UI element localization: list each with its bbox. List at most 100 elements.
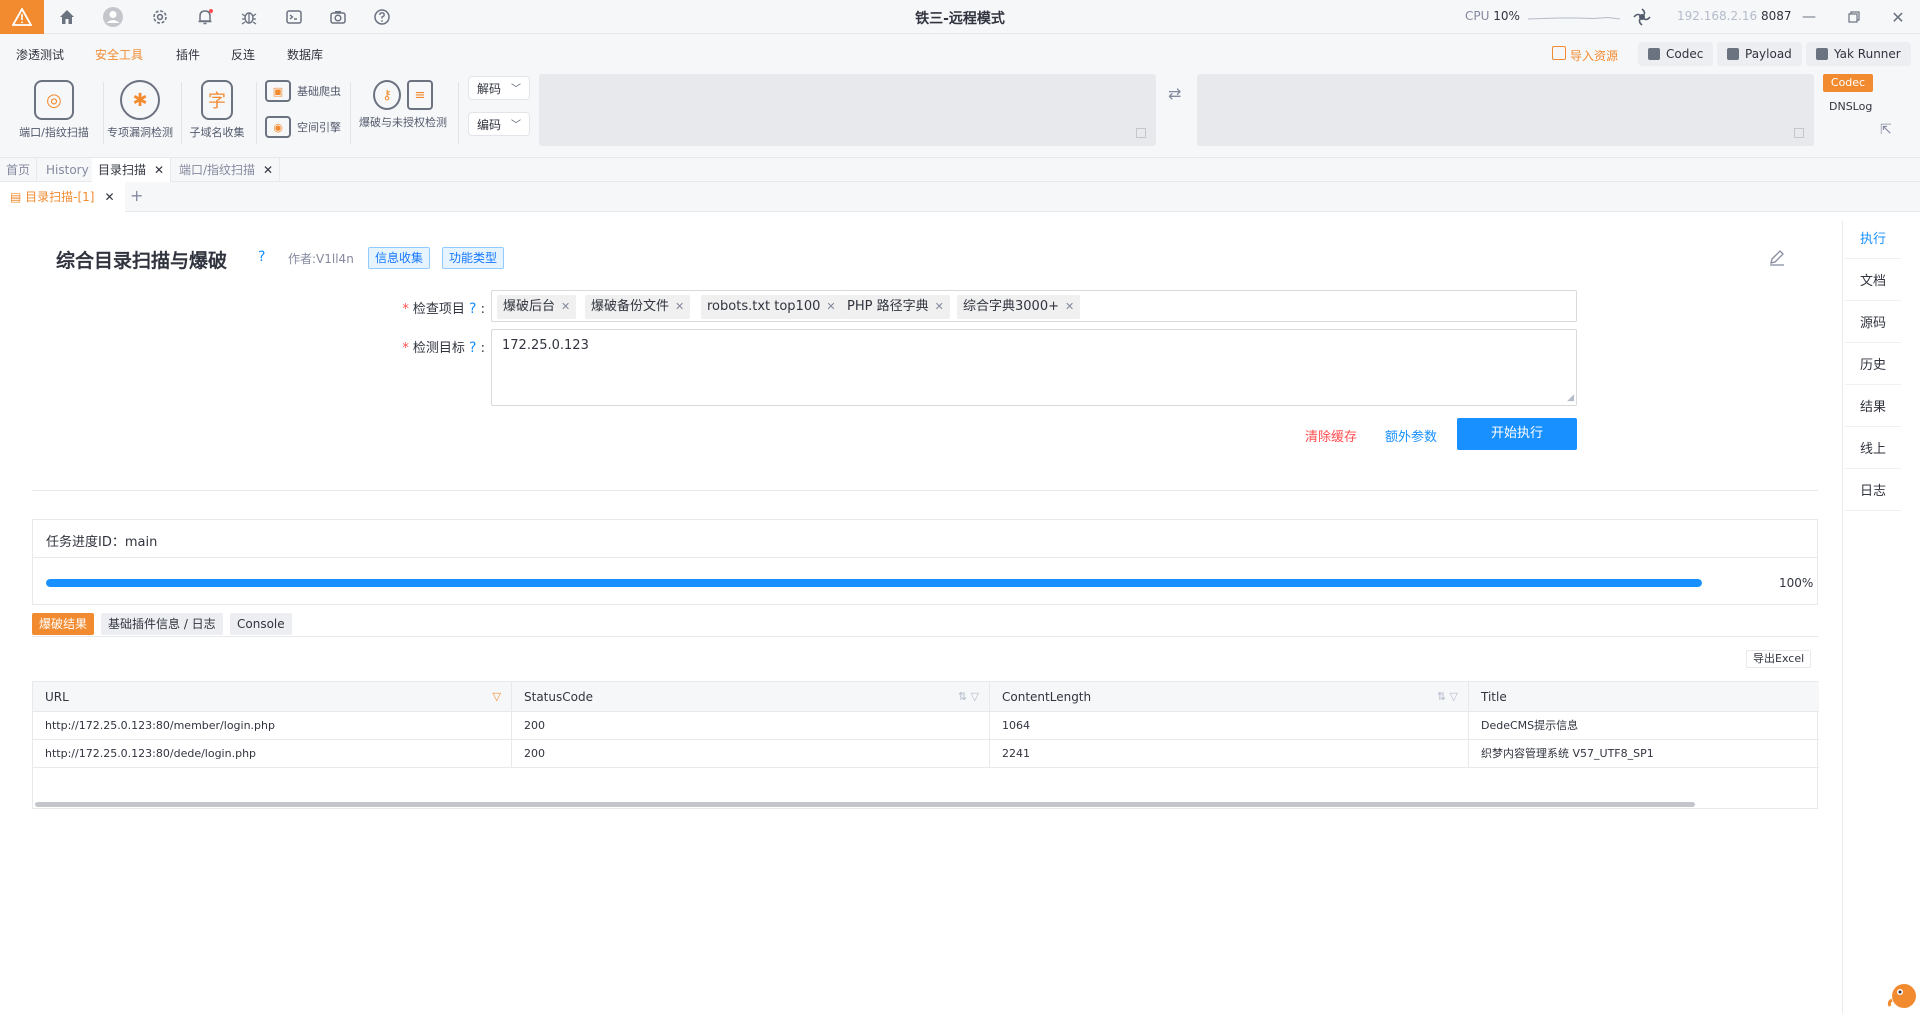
side-results[interactable]: 结果 bbox=[1845, 389, 1901, 427]
table-cell-url[interactable]: http://172.25.0.123:80/dede/login.php bbox=[33, 740, 512, 768]
close-icon[interactable]: ✕ bbox=[561, 300, 570, 313]
close-icon[interactable]: ✕ bbox=[105, 190, 115, 204]
start-execute-button[interactable]: 开始执行 bbox=[1457, 418, 1577, 450]
page-tabs: 首页 History 目录扫描 ✕ 端口/指纹扫描 ✕ bbox=[0, 158, 1920, 182]
column-header-statuscode[interactable]: StatusCode ⇅ ▽ bbox=[512, 682, 990, 712]
tab-brute-results[interactable]: 爆破结果 bbox=[32, 613, 95, 635]
tab-plugin-log[interactable]: 基础插件信息 / 日志 bbox=[101, 613, 223, 635]
side-execute[interactable]: 执行 bbox=[1845, 221, 1901, 259]
resize-handle-icon[interactable]: ◢ bbox=[1567, 393, 1574, 403]
filter-icon[interactable]: ▽ bbox=[493, 682, 501, 712]
menu-security-tools[interactable]: 安全工具 bbox=[95, 46, 143, 63]
subtab-dir-scan-1[interactable]: ▤ 目录扫描-[1] ✕ bbox=[0, 182, 125, 212]
copy-icon[interactable] bbox=[1794, 128, 1804, 138]
tab-home[interactable]: 首页 bbox=[0, 158, 38, 182]
codec-output-area[interactable] bbox=[1197, 74, 1814, 146]
sort-filter-icon[interactable]: ⇅ ▽ bbox=[1437, 682, 1458, 712]
column-header-contentlength[interactable]: ContentLength ⇅ ▽ bbox=[990, 682, 1469, 712]
bell-icon[interactable] bbox=[193, 5, 217, 29]
edit-icon[interactable] bbox=[1768, 249, 1786, 267]
yak-runner-button[interactable]: Yak Runner bbox=[1806, 42, 1911, 66]
minimize-icon[interactable]: — bbox=[1797, 6, 1821, 28]
terminal-icon[interactable] bbox=[282, 5, 306, 29]
horizontal-scrollbar[interactable] bbox=[35, 802, 1695, 807]
help-icon[interactable] bbox=[370, 5, 394, 29]
crawler-tool[interactable]: ▣ 基础爬虫 bbox=[265, 80, 341, 102]
bug-scan-icon: ✱ bbox=[120, 80, 160, 120]
help-icon[interactable]: ? bbox=[258, 249, 265, 265]
side-online[interactable]: 线上 bbox=[1845, 431, 1901, 469]
table-cell-url[interactable]: http://172.25.0.123:80/member/login.php bbox=[33, 712, 512, 740]
chip-check-item: 爆破后台 ✕ bbox=[497, 295, 577, 319]
close-icon[interactable]: ✕ bbox=[263, 163, 273, 177]
copy-icon[interactable] bbox=[1136, 128, 1146, 138]
tool-ribbon: ◎ 端口/指纹扫描 ✱ 专项漏洞检测 字 子域名收集 ▣ 基础爬虫 ◉ 空间引擎… bbox=[0, 72, 1920, 158]
import-icon[interactable] bbox=[1552, 46, 1566, 60]
column-header-url[interactable]: URL ▽ bbox=[33, 682, 512, 712]
codec-button[interactable]: Codec bbox=[1638, 42, 1714, 66]
close-icon[interactable]: ✕ bbox=[675, 300, 684, 313]
tab-port-scan[interactable]: 端口/指纹扫描 ✕ bbox=[173, 158, 281, 182]
help-icon[interactable]: ? bbox=[469, 340, 476, 356]
import-resources-link[interactable]: 导入资源 bbox=[1570, 47, 1618, 64]
warning-icon[interactable] bbox=[0, 0, 44, 34]
tab-dir-scan[interactable]: 目录扫描 ✕ bbox=[92, 158, 172, 182]
dnslog-link[interactable]: DNSLog bbox=[1829, 100, 1872, 113]
clear-cache-button[interactable]: 清除缓存 bbox=[1305, 426, 1357, 445]
gear-icon[interactable] bbox=[148, 5, 172, 29]
side-docs[interactable]: 文档 bbox=[1845, 263, 1901, 301]
table-cell-status[interactable]: 200 bbox=[512, 712, 990, 740]
table-cell-title[interactable]: DedeCMS提示信息 bbox=[1469, 712, 1819, 740]
decode-select[interactable]: 解码 ﹀ bbox=[468, 76, 530, 100]
home-icon[interactable] bbox=[55, 5, 79, 29]
progress-title: 任务进度ID：main bbox=[46, 535, 158, 550]
tab-history[interactable]: History bbox=[40, 158, 96, 182]
table-cell-length[interactable]: 1064 bbox=[990, 712, 1469, 740]
help-icon[interactable]: ? bbox=[469, 301, 476, 317]
avatar-icon[interactable] bbox=[101, 5, 125, 29]
side-source[interactable]: 源码 bbox=[1845, 305, 1901, 343]
port-scan-tool[interactable]: ◎ 端口/指纹扫描 bbox=[9, 80, 99, 140]
export-excel-button[interactable]: 导出Excel bbox=[1746, 650, 1812, 668]
codec-tag[interactable]: Codec bbox=[1823, 74, 1873, 92]
close-icon[interactable]: ✕ bbox=[935, 300, 944, 313]
side-history[interactable]: 历史 bbox=[1845, 347, 1901, 385]
brute-force-tool[interactable]: ⚷ ≡ 爆破与未授权检测 bbox=[355, 80, 451, 130]
restore-icon[interactable] bbox=[1842, 6, 1866, 28]
menu-plugins[interactable]: 插件 bbox=[176, 46, 200, 63]
column-header-title[interactable]: Title bbox=[1469, 682, 1819, 712]
target-textarea[interactable]: 172.25.0.123 ◢ bbox=[491, 329, 1577, 406]
encode-select[interactable]: 编码 ﹀ bbox=[468, 112, 530, 136]
network-icon[interactable] bbox=[1630, 5, 1654, 29]
file-icon: ▤ bbox=[10, 190, 26, 204]
space-engine-tool[interactable]: ◉ 空间引擎 bbox=[265, 116, 341, 138]
target-label: 检测目标 bbox=[412, 341, 465, 356]
cpu-value: 10% bbox=[1493, 9, 1520, 23]
subdomain-tool[interactable]: 字 子域名收集 bbox=[172, 80, 262, 140]
close-icon[interactable]: ✕ bbox=[154, 163, 164, 177]
table-cell-length[interactable]: 2241 bbox=[990, 740, 1469, 768]
tab-dir-scan-label: 目录扫描 bbox=[98, 163, 147, 177]
mascot-icon[interactable] bbox=[1886, 978, 1918, 1010]
table-cell-title[interactable]: 织梦内容管理系统 V57_UTF8_SP1 bbox=[1469, 740, 1819, 768]
close-icon[interactable]: ✕ bbox=[826, 300, 835, 313]
close-icon[interactable]: ✕ bbox=[1065, 300, 1074, 313]
menu-pentest[interactable]: 渗透测试 bbox=[16, 46, 64, 63]
table-cell-status[interactable]: 200 bbox=[512, 740, 990, 768]
menu-reverse[interactable]: 反连 bbox=[231, 46, 255, 63]
payload-button[interactable]: Payload bbox=[1717, 42, 1802, 66]
tab-console[interactable]: Console bbox=[230, 613, 292, 635]
extra-params-button[interactable]: 额外参数 bbox=[1385, 426, 1437, 445]
swap-icon[interactable]: ⇄ bbox=[1168, 84, 1181, 103]
check-items-select[interactable]: 爆破后台 ✕ 爆破备份文件 ✕ robots.txt top100 ✕ PHP 路径字… bbox=[491, 290, 1577, 322]
side-logs[interactable]: 日志 bbox=[1845, 473, 1901, 511]
camera-icon[interactable] bbox=[326, 5, 350, 29]
codec-input-area[interactable] bbox=[539, 74, 1156, 146]
bug-icon[interactable] bbox=[237, 5, 261, 29]
menu-database[interactable]: 数据库 bbox=[287, 46, 323, 63]
add-tab-icon[interactable]: + bbox=[130, 186, 143, 205]
target-value: 172.25.0.123 bbox=[502, 338, 589, 353]
collapse-icon[interactable]: ⇱ bbox=[1880, 122, 1892, 138]
close-window-icon[interactable]: ✕ bbox=[1886, 6, 1910, 28]
sort-filter-icon[interactable]: ⇅ ▽ bbox=[958, 682, 979, 712]
